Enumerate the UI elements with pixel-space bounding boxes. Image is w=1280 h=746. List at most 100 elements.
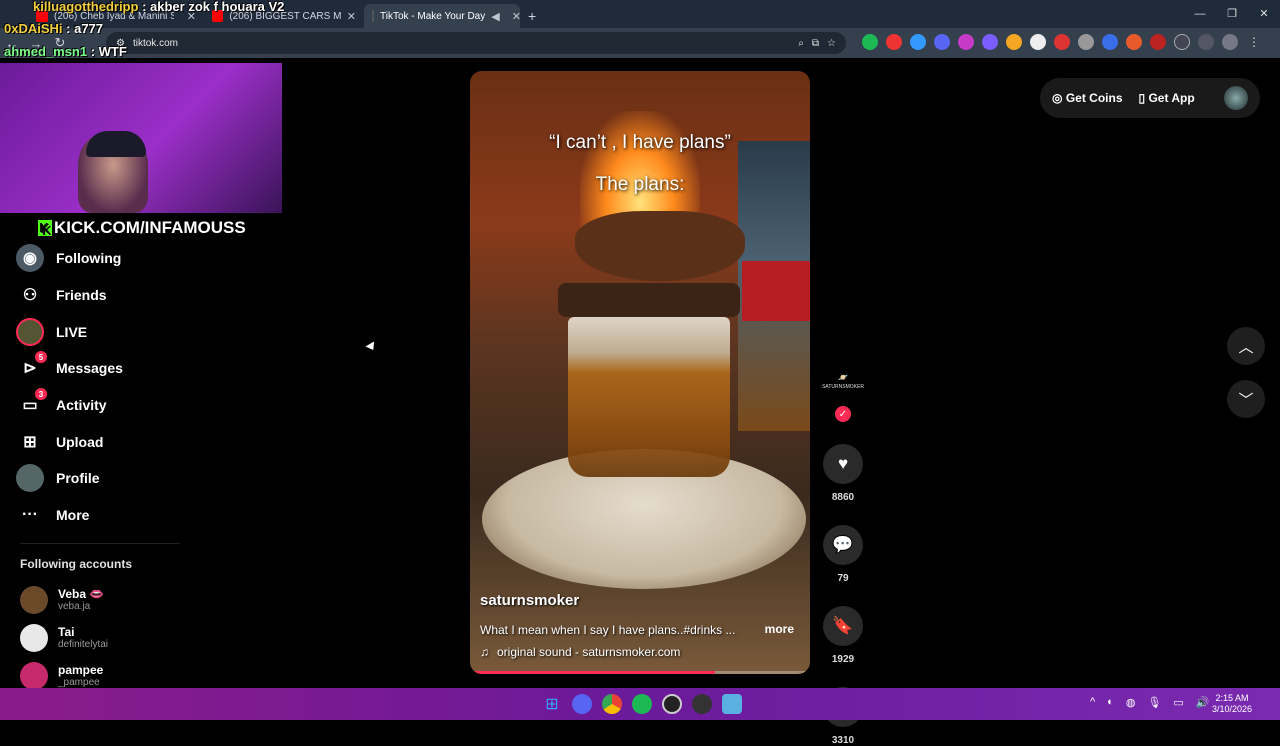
tray-expand-icon[interactable]: ^ [1090, 696, 1095, 709]
extension-icon[interactable] [910, 34, 926, 50]
microphone-icon[interactable]: 🎙 [1147, 696, 1161, 709]
extension-icon[interactable] [886, 34, 902, 50]
extension-icon[interactable] [1030, 34, 1046, 50]
minimize-icon[interactable]: — [1184, 0, 1216, 28]
music-note-icon: ♫ [480, 645, 489, 659]
obs-icon[interactable] [662, 694, 682, 714]
heart-icon: ♥ [837, 454, 849, 473]
account-name: Tai [58, 625, 75, 639]
next-video-button[interactable]: ﹀ [1227, 380, 1265, 418]
volume-icon[interactable]: 🔊 [1196, 696, 1210, 709]
chrome-icon[interactable] [602, 694, 622, 714]
sidebar-item-friends[interactable]: ⚇ Friends [16, 277, 186, 314]
sidebar-item-label: Profile [56, 470, 100, 487]
network-icon[interactable]: ▭ [1173, 696, 1183, 709]
messages-icon: ⊳ 5 [16, 351, 47, 382]
video-author[interactable]: saturnsmoker [480, 592, 579, 609]
more-icon: ··· [22, 506, 38, 524]
bookmark-star-icon[interactable]: ☆ [827, 38, 836, 49]
tray-app-icon[interactable]: ◐ [1107, 696, 1114, 709]
sidebar-item-label: LIVE [56, 323, 88, 340]
taskbar-clock[interactable]: 2:15 AM 3/10/2026 [1212, 693, 1252, 715]
mouse-cursor-icon [365, 341, 378, 353]
user-avatar[interactable] [1224, 86, 1248, 110]
saturn-logo-icon: 🪐 SATURNSMOKER [822, 372, 864, 390]
extension-icon[interactable] [862, 34, 878, 50]
chat-text: a777 [74, 21, 104, 36]
extension-icon[interactable] [958, 34, 974, 50]
smoker-lid-graphic [558, 283, 740, 317]
video-description: What I mean when I say I have plans..#dr… [480, 623, 736, 637]
video-caption-line2: The plans: [595, 174, 685, 195]
bottle-label-graphic [742, 261, 810, 321]
smoker-top-graphic [575, 211, 745, 281]
puzzle-extensions-icon[interactable] [1174, 34, 1190, 50]
video-progress-bar[interactable] [470, 671, 810, 674]
following-account[interactable]: Tai definitelytai [20, 624, 108, 652]
browser-tab-active[interactable]: TikTok - Make Your Day ◀ ✕ [364, 4, 521, 28]
close-tab-icon[interactable]: ✕ [347, 10, 356, 23]
sidebar-item-following[interactable]: ◉ Following [16, 240, 186, 277]
new-tab-button[interactable]: + [520, 4, 544, 28]
following-account[interactable]: Veba 👄 veba.ja [20, 586, 104, 614]
sidebar-item-live[interactable]: LIVE [16, 313, 186, 350]
get-app-button[interactable]: ▯ Get App [1139, 91, 1195, 105]
extension-icon[interactable] [1006, 34, 1022, 50]
comment-button[interactable]: 💬 [823, 525, 863, 565]
following-avatar-icon: ◉ [16, 244, 44, 273]
tray-discord-icon[interactable]: ◍ [1126, 696, 1136, 709]
following-accounts-title: Following accounts [20, 557, 133, 571]
live-icon [16, 317, 44, 346]
following-account[interactable]: pampee _pampee [20, 662, 103, 690]
windows-start-icon[interactable]: ⊞ [542, 694, 562, 714]
extension-icon[interactable] [1102, 34, 1118, 50]
app-icon[interactable] [692, 694, 712, 714]
extension-icon[interactable] [1150, 34, 1166, 50]
reading-list-icon[interactable] [1198, 34, 1214, 50]
extension-icon[interactable] [1078, 34, 1094, 50]
extension-icon[interactable] [934, 34, 950, 50]
extensions-row: ⋮ [862, 34, 1262, 50]
install-icon[interactable]: ⧉ [812, 38, 819, 49]
chevron-down-icon: ﹀ [1238, 391, 1254, 409]
menu-dots-icon[interactable]: ⋮ [1246, 34, 1262, 50]
window-controls: — ❐ ✕ [1184, 0, 1280, 28]
coin-icon: ◎ [1052, 91, 1063, 105]
app-window-icon[interactable] [722, 694, 742, 714]
restore-icon[interactable]: ❐ [1216, 0, 1248, 28]
system-tray: ^ ◐ ◍ 🎙 ▭ 🔊 [1090, 696, 1210, 709]
get-coins-button[interactable]: ◎ Get Coins [1052, 91, 1123, 105]
discord-icon[interactable] [572, 694, 592, 714]
zoom-icon[interactable]: ⌕ [798, 38, 804, 49]
video-sound[interactable]: ♫ original sound - saturnsmoker.com [480, 645, 680, 659]
more-button[interactable]: more [765, 622, 794, 636]
sidebar-item-messages[interactable]: ⊳ 5 Messages [16, 350, 186, 387]
chat-message: ahmed_msn1 : WTF [4, 44, 127, 59]
extension-icon[interactable] [1126, 34, 1142, 50]
sidebar-item-activity[interactable]: ▭ 3 Activity [16, 387, 186, 424]
address-bar[interactable]: ⚙ tiktok.com ⌕ ⧉ ☆ [106, 32, 846, 54]
extension-icon[interactable] [1054, 34, 1070, 50]
sidebar-item-upload[interactable]: ⊞ Upload [16, 423, 186, 460]
extension-icon[interactable] [982, 34, 998, 50]
chat-message: 0xDAiSHi : a777 [4, 21, 104, 36]
sidebar-item-more[interactable]: ··· More [16, 497, 186, 534]
mute-icon[interactable]: ◀ [491, 10, 499, 23]
sidebar-item-label: Messages [56, 360, 123, 377]
profile-avatar-icon[interactable] [1222, 34, 1238, 50]
previous-video-button[interactable]: ︿ [1227, 327, 1265, 365]
save-button[interactable]: 🔖 [823, 606, 863, 646]
close-window-icon[interactable]: ✕ [1248, 0, 1280, 28]
sidebar-item-profile[interactable]: Profile [16, 460, 186, 497]
activity-badge: 3 [35, 388, 47, 401]
spotify-icon[interactable] [632, 694, 652, 714]
chat-message: killuagotthedripp : akber zok f houara V… [33, 0, 285, 14]
chevron-up-icon: ︿ [1238, 338, 1254, 356]
whiskey-glass-graphic [568, 317, 730, 477]
like-button[interactable]: ♥ [823, 444, 863, 484]
video-player[interactable]: “I can’t , I have plans” The plans: satu… [470, 71, 810, 674]
video-caption-line1: “I can’t , I have plans” [549, 132, 731, 153]
author-avatar[interactable]: 🪐 SATURNSMOKER [822, 362, 864, 402]
followed-check-icon[interactable]: ✓ [835, 406, 851, 422]
video-progress-fill [470, 671, 715, 674]
